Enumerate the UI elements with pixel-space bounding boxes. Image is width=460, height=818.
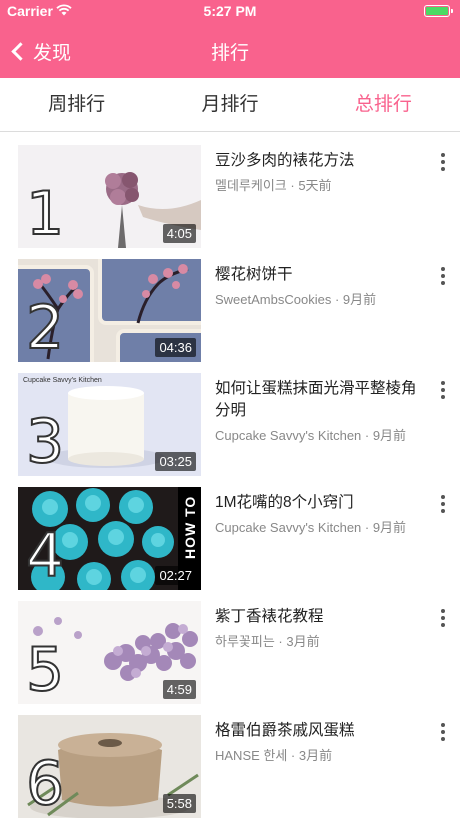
video-meta: HANSE 한세 · 3月前: [215, 748, 333, 763]
more-options-icon[interactable]: [436, 723, 450, 743]
rank-number: 2: [25, 293, 65, 362]
tab-weekly[interactable]: 周排行: [0, 78, 153, 131]
video-title[interactable]: 1M花嘴的8个小窍门: [215, 492, 425, 514]
thumbnail-overlay-text: HOW TO: [182, 495, 198, 559]
video-meta: SweetAmbsCookies · 9月前: [215, 292, 377, 307]
list-item[interactable]: HOW TO 4 02:27 1M花嘴的8个小窍门 Cupcake Savvy'…: [0, 475, 460, 590]
more-options-icon[interactable]: [436, 153, 450, 173]
video-title[interactable]: 紫丁香裱花教程: [215, 606, 425, 628]
video-meta: 멜데루케이크 · 5天前: [215, 178, 332, 193]
battery-icon: [424, 5, 453, 17]
duration-badge: 03:25: [155, 452, 196, 471]
video-meta: 하루꽃피는 · 3月前: [215, 634, 320, 649]
more-options-icon[interactable]: [436, 495, 450, 515]
rank-number: 4: [25, 521, 65, 590]
duration-badge: 4:05: [162, 224, 196, 243]
more-options-icon[interactable]: [436, 381, 450, 401]
video-meta: Cupcake Savvy's Kitchen · 9月前: [215, 520, 407, 535]
rank-number: 1: [25, 179, 65, 248]
status-time: 5:27 PM: [203, 3, 257, 19]
video-thumbnail[interactable]: HOW TO 4 02:27: [18, 487, 201, 590]
video-meta: Cupcake Savvy's Kitchen · 9月前: [215, 428, 407, 443]
ranking-tabs: 周排行 月排行 总排行: [0, 78, 460, 132]
duration-badge: 04:36: [155, 338, 196, 357]
status-bar: Carrier 5:27 PM: [0, 0, 460, 22]
list-item[interactable]: Cupcake Savvy's Kitchen 3 03:25 如何让蛋糕抹面光…: [0, 361, 460, 476]
video-thumbnail[interactable]: 2 04:36: [18, 259, 201, 362]
rank-number: 5: [25, 635, 65, 704]
channel-watermark: Cupcake Savvy's Kitchen: [23, 377, 102, 384]
navigation-bar: 发现 排行: [0, 22, 460, 78]
video-title[interactable]: 豆沙多肉的裱花方法: [215, 150, 425, 172]
video-thumbnail[interactable]: 6 5:58: [18, 715, 201, 818]
video-title[interactable]: 如何让蛋糕抹面光滑平整棱角分明: [215, 378, 425, 422]
video-title[interactable]: 格雷伯爵茶戚风蛋糕: [215, 720, 425, 742]
tab-monthly[interactable]: 月排行: [153, 78, 306, 131]
duration-badge: 4:59: [162, 680, 196, 699]
video-thumbnail[interactable]: 1 4:05: [18, 145, 201, 248]
list-item[interactable]: 2 04:36 樱花树饼干 SweetAmbsCookies · 9月前: [0, 247, 460, 362]
video-title[interactable]: 樱花树饼干: [215, 264, 425, 286]
list-item[interactable]: 5 4:59 紫丁香裱花教程 하루꽃피는 · 3月前: [0, 589, 460, 704]
video-thumbnail[interactable]: 5 4:59: [18, 601, 201, 704]
more-options-icon[interactable]: [436, 609, 450, 629]
list-item[interactable]: 1 4:05 豆沙多肉的裱花方法 멜데루케이크 · 5天前: [0, 133, 460, 248]
duration-badge: 5:58: [162, 794, 196, 813]
rank-number: 6: [25, 749, 65, 818]
tab-all-time[interactable]: 总排行: [307, 78, 460, 131]
duration-badge: 02:27: [155, 566, 196, 585]
header: Carrier 5:27 PM 发现 排行: [0, 0, 460, 78]
page-title: 排行: [210, 43, 249, 64]
video-thumbnail[interactable]: Cupcake Savvy's Kitchen 3 03:25: [18, 373, 201, 476]
list-item[interactable]: 6 5:58 格雷伯爵茶戚风蛋糕 HANSE 한세 · 3月前: [0, 703, 460, 818]
more-options-icon[interactable]: [436, 267, 450, 287]
rank-number: 3: [25, 407, 65, 476]
